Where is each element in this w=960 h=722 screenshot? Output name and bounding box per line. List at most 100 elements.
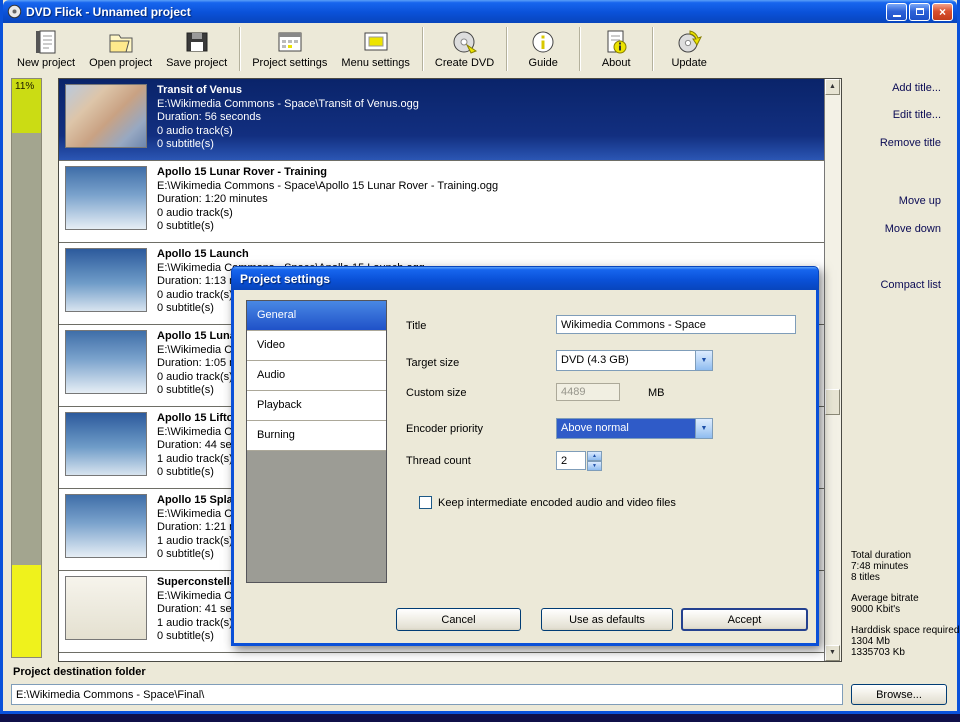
create-dvd-icon <box>452 26 478 57</box>
move-down-button[interactable]: Move down <box>885 223 941 235</box>
remove-title-button[interactable]: Remove title <box>880 137 941 149</box>
toolbar-update[interactable]: Update <box>658 26 720 69</box>
scroll-up-button[interactable]: ▲ <box>825 79 840 95</box>
titles-count: 8 titles <box>851 572 880 583</box>
project-settings-icon <box>277 26 303 57</box>
video-thumbnail <box>65 412 147 476</box>
project-summary: Total duration 7:48 minutes 8 titles Ave… <box>851 550 960 658</box>
app-icon <box>7 4 22 19</box>
toolbar-label: Create DVD <box>434 57 495 69</box>
accept-button[interactable]: Accept <box>681 608 808 631</box>
edit-title-button[interactable]: Edit title... <box>893 109 941 121</box>
add-title-button[interactable]: Add title... <box>892 82 941 94</box>
thread-count-label: Thread count <box>406 455 471 467</box>
toolbar-guide[interactable]: Guide <box>512 26 574 69</box>
window-title: DVD Flick - Unnamed project <box>26 4 191 19</box>
spin-down-icon[interactable]: ▼ <box>587 461 602 471</box>
open-project-icon <box>108 26 134 57</box>
titlebar[interactable]: DVD Flick - Unnamed project × <box>3 0 957 23</box>
space-label: Harddisk space required <box>851 625 960 636</box>
target-size-select[interactable]: DVD (4.3 GB) ▼ <box>556 350 713 371</box>
title-row[interactable]: Apollo 15 Lunar Rover - Training E:\Wiki… <box>59 161 824 243</box>
about-icon <box>603 26 629 57</box>
toolbar-separator <box>421 27 423 71</box>
tab-audio[interactable]: Audio <box>247 361 386 391</box>
bitrate-value: 9000 Kbit's <box>851 604 901 615</box>
tab-video[interactable]: Video <box>247 331 386 361</box>
save-project-icon <box>184 26 210 57</box>
destination-folder-input[interactable] <box>11 684 843 705</box>
toolbar-new-project[interactable]: New project <box>10 26 82 69</box>
maximize-button[interactable] <box>909 2 930 21</box>
title-field-label: Title <box>406 320 427 332</box>
toolbar-separator <box>506 27 508 71</box>
target-size-value: DVD (4.3 GB) <box>561 354 629 366</box>
title-name: Apollo 15 Launch <box>157 248 249 260</box>
bitrate-label: Average bitrate <box>851 593 919 604</box>
title-audio: 0 audio track(s) <box>157 206 233 219</box>
encoder-priority-select[interactable]: Above normal ▼ <box>556 418 713 439</box>
keep-intermediate-label: Keep intermediate encoded audio and vide… <box>438 497 676 509</box>
toolbar-separator <box>239 27 241 71</box>
close-button[interactable]: × <box>932 2 953 21</box>
scrollbar-thumb[interactable] <box>825 389 840 415</box>
custom-size-unit: MB <box>648 387 665 399</box>
compact-list-button[interactable]: Compact list <box>880 279 941 291</box>
tab-burning[interactable]: Burning <box>247 421 386 451</box>
space-kb: 1335703 Kb <box>851 647 905 658</box>
video-thumbnail <box>65 166 147 230</box>
new-project-icon <box>33 26 59 57</box>
keep-intermediate-checkbox[interactable] <box>419 496 432 509</box>
title-path: E:\Wikimedia Commons - Space\Apollo 15 L… <box>157 179 499 192</box>
encoder-priority-label: Encoder priority <box>406 423 484 435</box>
tab-playback[interactable]: Playback <box>247 391 386 421</box>
dialog-titlebar[interactable]: Project settings <box>231 266 819 290</box>
toolbar-menu-settings[interactable]: Menu settings <box>334 26 416 69</box>
toolbar-label: Guide <box>528 57 558 69</box>
menu-settings-icon <box>363 26 389 57</box>
toolbar-label: New project <box>17 57 76 69</box>
encoder-priority-value: Above normal <box>557 419 695 438</box>
title-row[interactable]: Transit of Venus E:\Wikimedia Commons - … <box>59 79 824 161</box>
toolbar-label: Update <box>671 57 707 69</box>
disc-usage-meter: 11% <box>11 78 42 658</box>
restore-icon <box>915 8 924 15</box>
move-up-button[interactable]: Move up <box>899 195 941 207</box>
chevron-down-icon[interactable]: ▼ <box>695 351 712 370</box>
settings-tabs: General Video Audio Playback Burning <box>246 300 387 583</box>
target-size-label: Target size <box>406 357 460 369</box>
browse-button[interactable]: Browse... <box>851 684 947 705</box>
chevron-down-icon[interactable]: ▼ <box>695 419 712 438</box>
toolbar-separator <box>652 27 654 71</box>
cancel-button[interactable]: Cancel <box>396 608 521 631</box>
use-as-defaults-button[interactable]: Use as defaults <box>541 608 673 631</box>
dialog-title: Project settings <box>240 271 331 286</box>
video-thumbnail <box>65 494 147 558</box>
spin-up-icon[interactable]: ▲ <box>587 451 602 461</box>
toolbar: New project Open project Save project Pr… <box>6 25 954 75</box>
title-name: Transit of Venus <box>157 84 242 96</box>
disc-usage-percent: 11% <box>12 79 41 133</box>
toolbar-label: Open project <box>89 57 153 69</box>
minimize-button[interactable] <box>886 2 907 21</box>
toolbar-project-settings[interactable]: Project settings <box>245 26 334 69</box>
toolbar-label: About <box>601 57 631 69</box>
thread-count-input[interactable] <box>556 451 586 470</box>
toolbar-label: Save project <box>166 57 228 69</box>
scroll-down-button[interactable]: ▼ <box>825 645 840 661</box>
tab-general[interactable]: General <box>247 301 386 331</box>
project-title-input[interactable] <box>556 315 796 334</box>
toolbar-separator <box>579 27 581 71</box>
video-thumbnail <box>65 330 147 394</box>
guide-icon <box>530 26 556 57</box>
list-scrollbar[interactable]: ▲ ▼ <box>824 79 841 661</box>
toolbar-create-dvd[interactable]: Create DVD <box>428 26 501 69</box>
title-duration: Duration: 56 seconds <box>157 111 261 123</box>
custom-size-input <box>556 383 620 401</box>
toolbar-about[interactable]: About <box>585 26 647 69</box>
title-path: E:\Wikimedia Commons - Space\Transit of … <box>157 97 419 110</box>
toolbar-open-project[interactable]: Open project <box>82 26 159 69</box>
video-thumbnail <box>65 248 147 312</box>
video-thumbnail <box>65 84 147 148</box>
toolbar-save-project[interactable]: Save project <box>159 26 234 69</box>
